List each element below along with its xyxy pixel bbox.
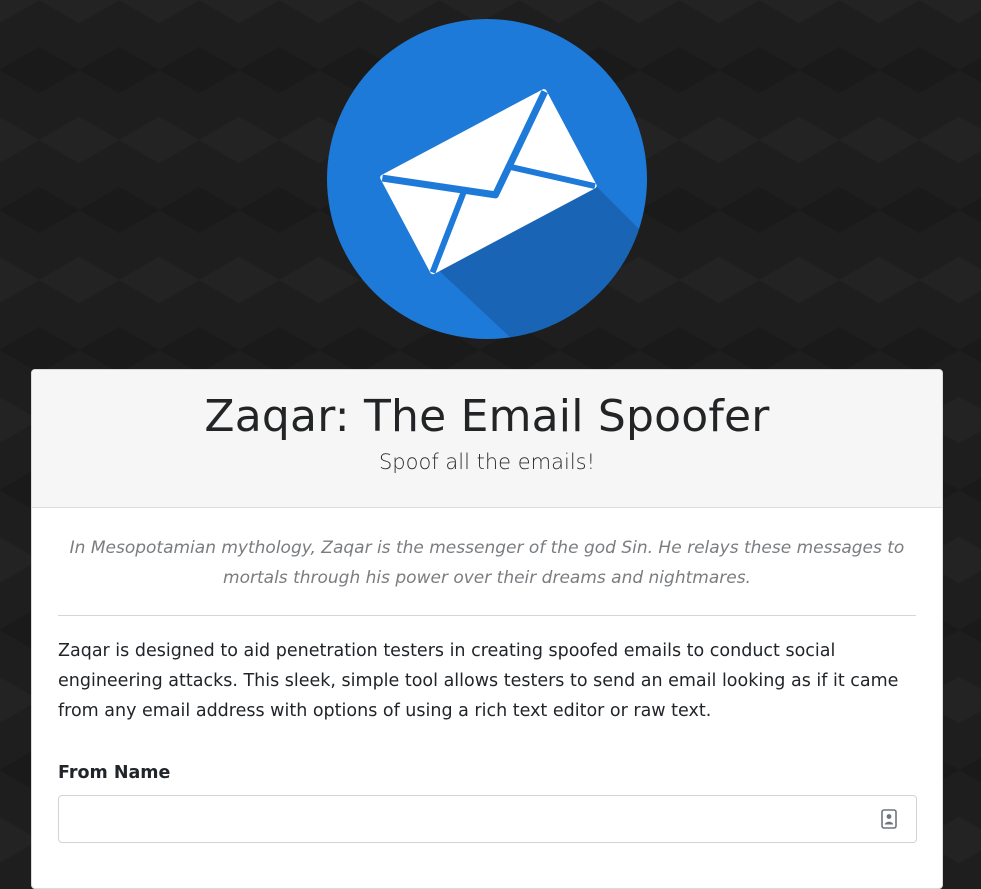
mythology-quote: In Mesopotamian mythology, Zaqar is the … [69, 538, 905, 588]
envelope-icon [327, 19, 647, 339]
card-header: Zaqar: The Email Spoofer Spoof all the e… [32, 370, 942, 508]
page-subtitle: Spoof all the emails! [378, 450, 596, 474]
contact-card-icon[interactable] [881, 809, 897, 829]
from-name-label: From Name [58, 763, 171, 783]
intro-paragraph: Zaqar is designed to aid penetration tes… [58, 641, 899, 721]
from-name-field-wrap [58, 795, 917, 843]
main-card: Zaqar: The Email Spoofer Spoof all the e… [31, 369, 943, 889]
logo [327, 19, 647, 339]
from-name-input[interactable] [58, 795, 917, 843]
page-title: Zaqar: The Email Spoofer [204, 391, 770, 442]
card-body: In Mesopotamian mythology, Zaqar is the … [32, 508, 942, 843]
divider [58, 615, 916, 616]
